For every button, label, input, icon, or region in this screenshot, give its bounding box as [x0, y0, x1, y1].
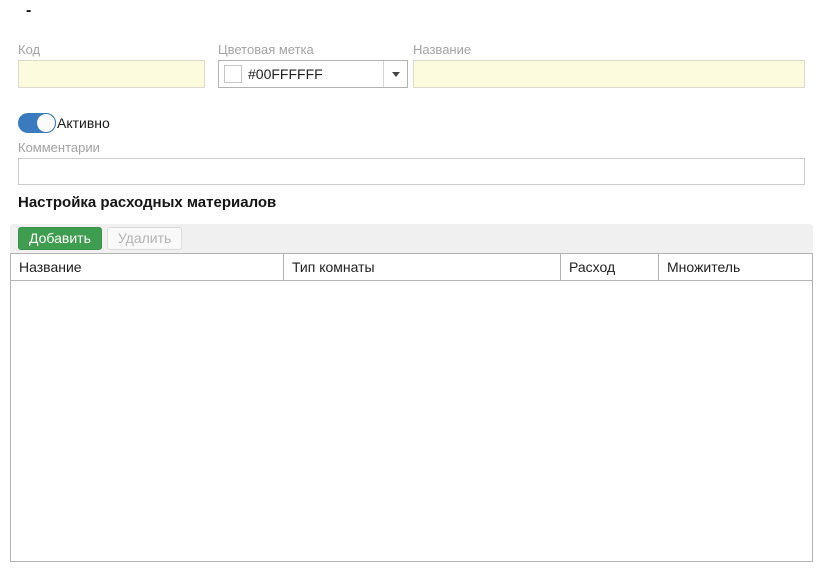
section-title: Настройка расходных материалов: [18, 194, 277, 211]
color-tag-label: Цветовая метка: [218, 42, 314, 57]
column-header-multiplier: Множитель: [658, 254, 812, 280]
add-button[interactable]: Добавить: [18, 227, 102, 250]
column-header-consumption: Расход: [560, 254, 658, 280]
delete-button[interactable]: Удалить: [106, 227, 183, 250]
active-toggle-label: Активно: [57, 115, 110, 131]
comments-field-group: Комментарии: [18, 140, 805, 185]
color-tag-value: #00FFFFFF: [248, 66, 323, 82]
code-field-group: Код: [18, 42, 205, 88]
collapse-dash: -: [26, 2, 32, 19]
active-toggle[interactable]: [18, 113, 56, 133]
comments-label: Комментарии: [18, 140, 100, 155]
name-field-group: Название: [413, 42, 805, 88]
color-tag-dropdown[interactable]: #00FFFFFF: [218, 60, 408, 88]
toggle-knob: [36, 113, 56, 133]
column-header-name: Название: [19, 259, 82, 275]
table-body-empty: [11, 281, 812, 561]
active-toggle-row: Активно: [18, 112, 110, 134]
comments-input[interactable]: [18, 158, 805, 185]
materials-table: Название Тип комнаты Расход Множитель: [10, 253, 813, 562]
column-header-room-type: Тип комнаты: [283, 254, 560, 280]
materials-toolbar: Добавить Удалить: [10, 224, 813, 253]
color-tag-field-group: Цветовая метка #00FFFFFF: [218, 42, 408, 88]
page: - Код Цветовая метка #00FFFFFF Название …: [0, 0, 825, 573]
name-label: Название: [413, 42, 472, 57]
name-input[interactable]: [413, 60, 805, 88]
color-swatch: [224, 65, 242, 83]
dropdown-arrow-button[interactable]: [383, 61, 407, 87]
chevron-down-icon: [391, 71, 400, 77]
code-label: Код: [18, 42, 41, 57]
table-header-row: Название Тип комнаты Расход Множитель: [11, 254, 812, 281]
code-input[interactable]: [18, 60, 205, 88]
